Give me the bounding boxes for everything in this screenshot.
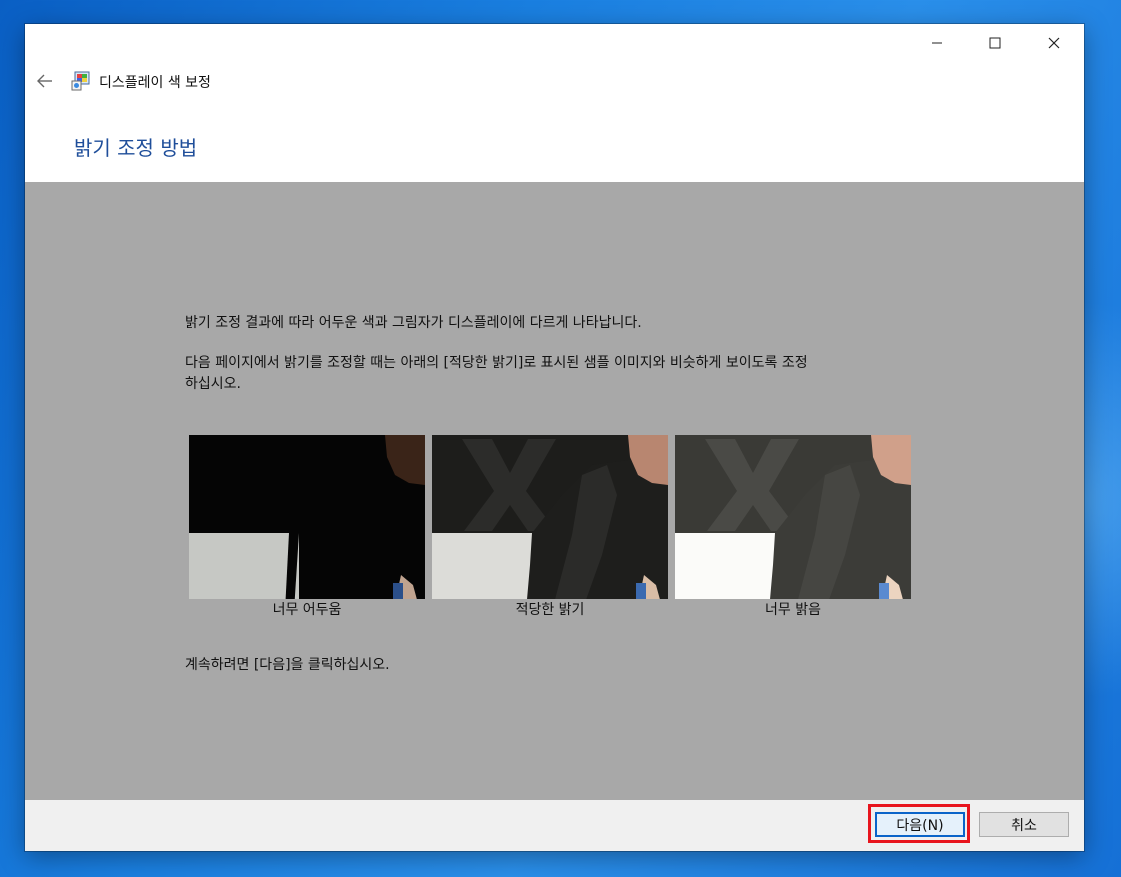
sample-correct: 적당한 밝기 xyxy=(432,435,668,621)
sample-too-dark: 너무 어두움 xyxy=(189,435,425,621)
cancel-button[interactable]: 취소 xyxy=(979,812,1069,837)
calibration-window: 디스플레이 색 보정 밝기 조정 방법 밝기 조정 결과에 따라 어두운 색과 … xyxy=(25,24,1084,851)
instruction-text-1: 다음 페이지에서 밝기를 조정할 때는 아래의 [적당한 밝기]로 표시된 샘플… xyxy=(185,355,808,371)
close-icon xyxy=(1048,37,1060,49)
intro-text: 밝기 조정 결과에 따라 어두운 색과 그림자가 디스플레이에 다르게 나타납니… xyxy=(185,315,642,331)
instruction-text-2: 하십시오. xyxy=(185,376,241,392)
sample-too-bright: 너무 밝음 xyxy=(675,435,911,621)
sample-caption-too-bright: 너무 밝음 xyxy=(675,599,911,621)
close-button[interactable] xyxy=(1025,24,1083,62)
sample-photo-correct xyxy=(432,435,668,611)
next-button[interactable]: 다음(N) xyxy=(875,812,965,837)
footer-bar: 다음(N) 취소 xyxy=(25,800,1084,851)
sample-caption-too-dark: 너무 어두움 xyxy=(189,599,425,621)
continue-hint: 계속하려면 [다음]을 클릭하십시오. xyxy=(185,657,390,673)
navigation-row: 디스플레이 색 보정 xyxy=(25,66,1084,96)
back-button[interactable] xyxy=(31,66,59,96)
maximize-button[interactable] xyxy=(966,24,1024,62)
sample-photo-too-dark xyxy=(189,435,425,611)
window-title: 디스플레이 색 보정 xyxy=(99,75,211,91)
minimize-button[interactable] xyxy=(908,24,966,62)
page-title: 밝기 조정 방법 xyxy=(74,136,198,160)
back-arrow-icon xyxy=(37,74,52,88)
sample-photo-too-bright xyxy=(675,435,911,611)
desktop-background: 디스플레이 색 보정 밝기 조정 방법 밝기 조정 결과에 따라 어두운 색과 … xyxy=(0,0,1121,877)
maximize-icon xyxy=(989,37,1001,49)
minimize-icon xyxy=(932,42,942,44)
sample-caption-correct: 적당한 밝기 xyxy=(432,599,668,621)
display-calibration-icon xyxy=(71,71,90,91)
content-area: 밝기 조정 결과에 따라 어두운 색과 그림자가 디스플레이에 다르게 나타납니… xyxy=(25,182,1084,800)
title-bar xyxy=(25,24,1084,62)
